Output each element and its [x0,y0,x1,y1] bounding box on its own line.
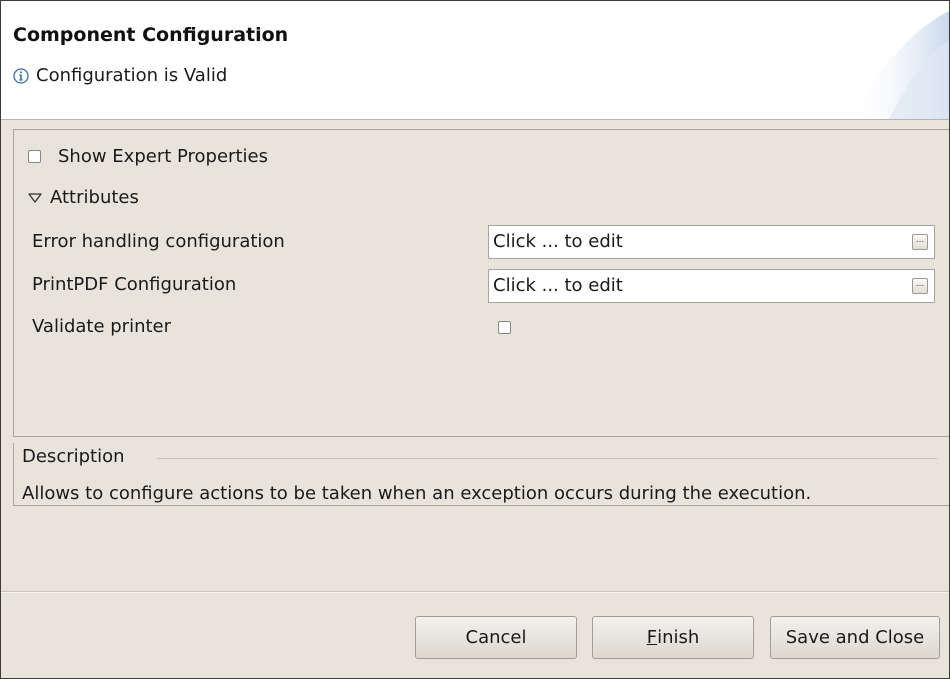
validate-printer-checkbox[interactable] [498,321,511,334]
error-handling-label-text: Error handling configuration [32,231,285,252]
error-handling-field[interactable]: Click ... to edit ... [488,225,935,259]
printpdf-label-text: PrintPDF Configuration [32,274,237,295]
show-expert-label: Show Expert Properties [58,146,268,167]
finish-label-rest: inish [657,627,700,648]
component-configuration-dialog: Component Configuration Configuration is… [0,0,950,679]
finish-button[interactable]: Finish [592,616,754,659]
attributes-section-header[interactable]: Attributes [28,187,139,208]
error-handling-label: Error handling configuration [32,231,285,252]
show-expert-checkbox[interactable] [28,150,41,163]
printpdf-label: PrintPDF Configuration [32,274,236,295]
description-divider [157,458,937,459]
attributes-section-label: Attributes [50,187,139,208]
properties-panel: Show Expert Properties Attributes Error … [13,129,949,437]
printpdf-edit-button[interactable]: ... [912,278,928,294]
validation-message: Configuration is Valid [13,65,227,86]
description-section: Description Allows to configure actions … [13,443,949,506]
description-title: Description [22,446,129,467]
printpdf-field[interactable]: Click ... to edit ... [488,269,935,303]
validate-printer-label-text: Validate printer [32,316,172,337]
footer-separator-highlight [1,592,949,593]
printpdf-value: Click ... to edit [493,275,623,296]
error-handling-value: Click ... to edit [493,231,623,252]
validation-message-text: Configuration is Valid [36,65,228,86]
finish-mnemonic: F [646,627,658,648]
cancel-button[interactable]: Cancel [415,616,577,659]
header-banner: Component Configuration Configuration is… [1,1,949,119]
dialog-title: Component Configuration [13,24,289,46]
error-handling-edit-button[interactable]: ... [912,234,928,250]
show-expert-row[interactable]: Show Expert Properties [28,146,268,167]
triangle-down-icon[interactable] [28,192,42,204]
description-text: Allows to configure actions to be taken … [22,483,812,504]
validate-printer-label: Validate printer [32,316,171,337]
save-and-close-button[interactable]: Save and Close [770,616,940,659]
banner-decoration [849,11,949,119]
info-icon [13,67,29,84]
header-separator [1,119,949,120]
